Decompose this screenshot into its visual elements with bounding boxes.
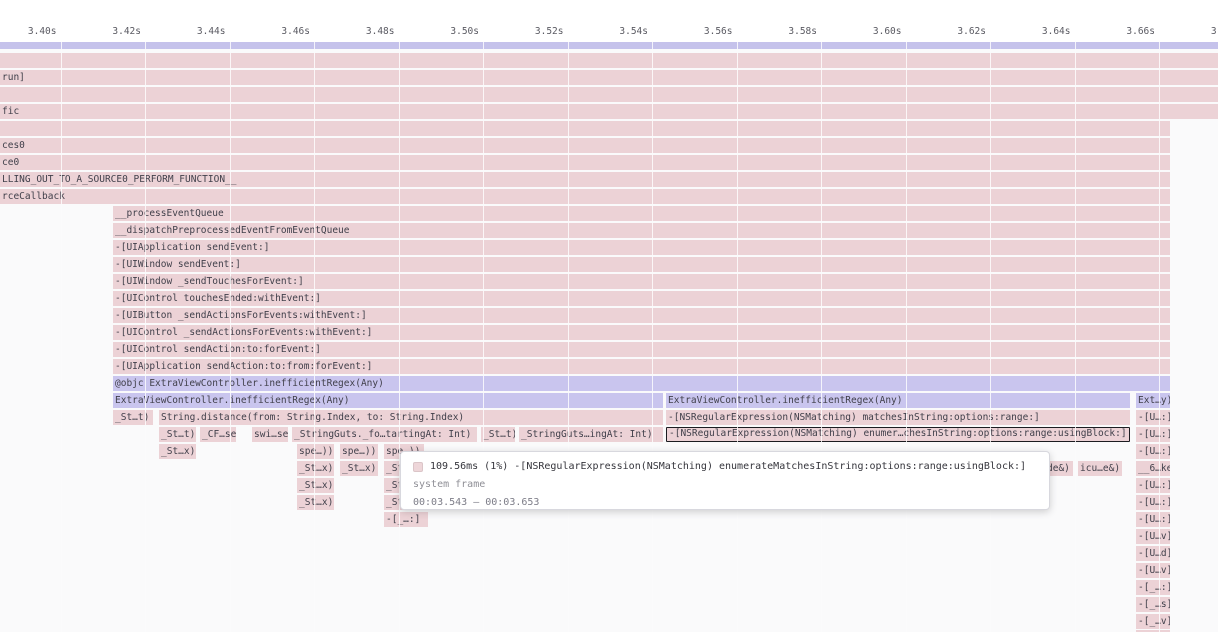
frame-block[interactable]	[0, 87, 1218, 102]
frame-block[interactable]: -[U…:]	[1136, 495, 1170, 510]
grid-line	[906, 42, 907, 632]
frame-block[interactable]: -[_…v]	[1136, 614, 1170, 629]
time-tick-label: 3.40s	[0, 26, 57, 37]
frame-block[interactable]: -[U…:]	[1136, 444, 1170, 459]
time-ruler: 3.40s3.42s3.44s3.46s3.48s3.50s3.52s3.54s…	[0, 0, 1218, 42]
tooltip-title-row: 109.56ms (1%) -[NSRegularExpression(NSMa…	[413, 458, 1037, 476]
frame-block[interactable]: _St…x)	[297, 478, 334, 493]
grid-line	[652, 42, 653, 632]
time-tick-label: 3.62s	[900, 26, 986, 37]
time-tick-label: 3.42s	[55, 26, 141, 37]
frame-block[interactable]: LLING_OUT_TO_A_SOURCE0_PERFORM_FUNCTION_…	[0, 172, 1170, 187]
time-tick-label: 3.56s	[647, 26, 733, 37]
frame-block[interactable]: -[NSRegularExpression(NSMatching) matche…	[666, 410, 1130, 425]
frame-block[interactable]: -[U…:]	[1136, 478, 1170, 493]
frame-block[interactable]: -[UIControl _sendActionsForEvents:withEv…	[113, 325, 1170, 340]
time-tick-label: 3.52s	[478, 26, 564, 37]
frame-block[interactable]: _St…t)	[481, 427, 515, 442]
time-tick-label: 3.58s	[731, 26, 817, 37]
grid-line	[568, 42, 569, 632]
frame-block[interactable]: ce0	[0, 155, 1170, 170]
frame-block[interactable]: -[UIApplication sendAction:to:from:forEv…	[113, 359, 1170, 374]
frame-block[interactable]: -[UIControl touchesEnded:withEvent:]	[113, 291, 1170, 306]
frame-block[interactable]: ces0	[0, 138, 1170, 153]
grid-line	[1075, 42, 1076, 632]
tooltip-title: 109.56ms (1%) -[NSRegularExpression(NSMa…	[430, 458, 1026, 476]
frame-block[interactable]: Ext…y)	[1136, 393, 1170, 408]
time-tick-label: 3.50s	[393, 26, 479, 37]
frame-block[interactable]: -[UIApplication sendEvent:]	[113, 240, 1170, 255]
grid-line	[821, 42, 822, 632]
frame-block[interactable]: icu…e&)	[1078, 461, 1122, 476]
frame-block[interactable]: -[U…v]	[1136, 563, 1170, 578]
frame-color-swatch-icon	[413, 462, 423, 472]
tooltip: 109.56ms (1%) -[NSRegularExpression(NSMa…	[400, 451, 1050, 510]
frame-block[interactable]: fic	[0, 104, 1218, 119]
frame-block[interactable]: -[U…v]	[1136, 529, 1170, 544]
frame-block[interactable]: -[U…d]	[1136, 546, 1170, 561]
grid-line	[737, 42, 738, 632]
frame-block[interactable]: -[UIWindow _sendTouchesForEvent:]	[113, 274, 1170, 289]
tooltip-time-range: 00:03.543 — 00:03.653	[413, 494, 1037, 512]
time-tick-label: 3.48s	[309, 26, 395, 37]
frame-block[interactable]: swi…se	[252, 427, 288, 442]
frame-block[interactable]: ExtraViewController.inefficientRegex(Any…	[666, 393, 1130, 408]
frame-block[interactable]	[0, 53, 1218, 68]
frame-block[interactable]: String.distance(from: String.Index, to: …	[159, 410, 663, 425]
frame-block[interactable]: -[U…:]	[1136, 512, 1170, 527]
frame-block[interactable]: rceCallback	[0, 189, 1170, 204]
frame-block[interactable]: -[U…:]	[1136, 427, 1170, 442]
frame-block[interactable]: spe…))	[340, 444, 378, 459]
frame-block[interactable]: _St…x)	[340, 461, 378, 476]
frame-block[interactable]: __dispatchPreprocessedEventFromEventQueu…	[113, 223, 1170, 238]
time-tick-label: 3.60s	[816, 26, 902, 37]
grid-line	[990, 42, 991, 632]
selection-strip[interactable]	[0, 42, 1218, 49]
frame-block[interactable]: _St…x)	[297, 461, 334, 476]
grid-line	[483, 42, 484, 632]
frame-block[interactable]: -[_…:]	[1136, 580, 1170, 595]
grid-line	[61, 42, 62, 632]
grid-line	[314, 42, 315, 632]
frame-block[interactable]: _St…x)	[297, 495, 334, 510]
frame-block[interactable]: -[_…s]	[1136, 597, 1170, 612]
grid-line	[399, 42, 400, 632]
frame-block[interactable]	[0, 121, 1170, 136]
frame-block[interactable]: _StringGuts…ingAt: Int)	[519, 427, 663, 442]
frame-block[interactable]: _St…x)	[159, 444, 196, 459]
time-tick-label: 3.46s	[224, 26, 310, 37]
time-tick-label: 3.44s	[140, 26, 226, 37]
frame-block[interactable]: @objc ExtraViewController.inefficientReg…	[113, 376, 1170, 391]
frame-block[interactable]: -[UIButton _sendActionsForEvents:withEve…	[113, 308, 1170, 323]
frame-block[interactable]: _StringGuts._fo…tartingAt: Int)	[292, 427, 477, 442]
frame-block[interactable]: -[UIControl sendAction:to:forEvent:]	[113, 342, 1170, 357]
time-tick-label: 3.66s	[1069, 26, 1155, 37]
flame-chart: 3.40s3.42s3.44s3.46s3.48s3.50s3.52s3.54s…	[0, 0, 1218, 632]
frame-block[interactable]: _St…t)	[159, 427, 196, 442]
time-tick-label: 3.64s	[985, 26, 1071, 37]
tooltip-subtitle: system frame	[413, 476, 1037, 494]
frame-block[interactable]: run]	[0, 70, 1218, 85]
grid-line	[1159, 42, 1160, 632]
time-tick-label: 3.68s	[1154, 26, 1218, 37]
frame-block[interactable]: -[_…:]	[384, 512, 428, 527]
time-tick-label: 3.54s	[562, 26, 648, 37]
grid-line	[145, 42, 146, 632]
grid-line	[230, 42, 231, 632]
frame-block-selected[interactable]: -[NSRegularExpression(NSMatching) enumer…	[666, 427, 1130, 442]
frame-block[interactable]: -[U…:]	[1136, 410, 1170, 425]
frame-block[interactable]: __processEventQueue	[113, 206, 1170, 221]
frame-block[interactable]: ExtraViewController.inefficientRegex(Any…	[113, 393, 663, 408]
frame-block[interactable]: -[UIWindow sendEvent:]	[113, 257, 1170, 272]
frame-block[interactable]: spe…))	[297, 444, 334, 459]
frame-block[interactable]: __6…ke	[1136, 461, 1170, 476]
frame-block[interactable]: _St…t)	[113, 410, 153, 425]
